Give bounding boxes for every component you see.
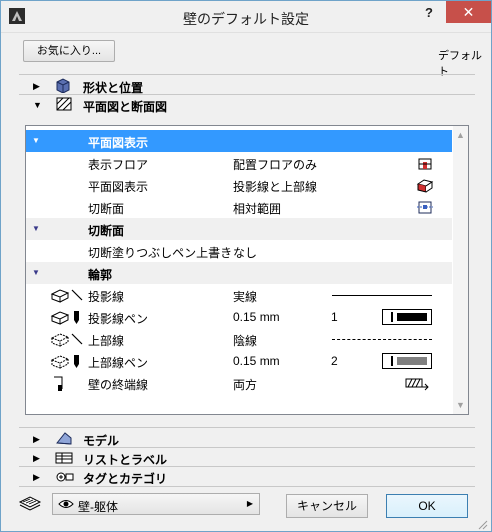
- row-plan-display[interactable]: 平面図表示 投影線と上部線: [26, 174, 452, 196]
- layer-stack-icon: [18, 496, 42, 511]
- row-value[interactable]: 投影線と上部線: [233, 178, 317, 195]
- pen-number: 2: [331, 354, 338, 368]
- resize-grip-icon[interactable]: [475, 517, 489, 531]
- section-tag-category[interactable]: ▶ タグとカテゴリ: [19, 468, 475, 486]
- collapse-triangle-icon[interactable]: ▼: [33, 100, 42, 110]
- section-label: タグとカテゴリ: [83, 472, 168, 486]
- ok-button[interactable]: OK: [386, 494, 468, 518]
- dropdown-arrow-icon: ▶: [246, 499, 253, 508]
- list-label-icon: [55, 452, 73, 464]
- group-title: 輪郭: [88, 268, 113, 282]
- row-value[interactable]: 実線: [233, 288, 257, 305]
- group-cut-surface[interactable]: ▼ 切断面: [26, 218, 452, 240]
- row-wall-end-lines[interactable]: 壁の終端線 両方: [26, 372, 452, 394]
- close-button[interactable]: ✕: [446, 1, 491, 23]
- solid-line-preview: [332, 295, 432, 296]
- scroll-up-icon[interactable]: ▲: [456, 130, 465, 140]
- row-name: 壁の終端線: [88, 378, 149, 392]
- row-name: 上部線ペン: [88, 356, 149, 370]
- layer-dropdown[interactable]: 壁-躯体 ▶: [52, 493, 260, 515]
- pen-selector[interactable]: [382, 309, 432, 325]
- pen-number: 1: [331, 310, 338, 324]
- tag-category-icon: [56, 472, 74, 482]
- divider: [19, 94, 475, 95]
- row-value[interactable]: 相対範囲: [233, 200, 281, 217]
- row-value[interactable]: 陰線: [233, 332, 257, 349]
- row-value: 0.15 mm: [233, 354, 280, 368]
- row-value[interactable]: 両方: [233, 376, 257, 393]
- row-show-floor[interactable]: 表示フロア 配置フロアのみ: [26, 152, 452, 174]
- pen-color-swatch: [397, 357, 427, 365]
- group-plan-display[interactable]: ▼ 平面図表示: [26, 130, 452, 152]
- expand-triangle-icon[interactable]: ▶: [33, 472, 40, 483]
- dashed-line-preview: [332, 339, 432, 340]
- wall-end-line-icon: [54, 376, 63, 391]
- row-name: 投影線ペン: [88, 312, 149, 326]
- cut-plane-icon: [417, 201, 433, 214]
- projected-line-icon: [50, 289, 83, 303]
- divider: [19, 466, 475, 467]
- floorplan-section-icon: [56, 97, 72, 111]
- row-name: 投影線: [88, 290, 125, 304]
- group-toggle-icon[interactable]: ▼: [32, 224, 40, 233]
- section-model[interactable]: ▶ モデル: [19, 430, 475, 448]
- group-toggle-icon[interactable]: ▼: [32, 268, 40, 277]
- row-cut-surface[interactable]: 切断面 相対範囲: [26, 196, 452, 218]
- row-overhead-line[interactable]: 上部線 陰線: [26, 328, 452, 350]
- dialog-window: 壁のデフォルト設定 ? ✕ お気に入り... デフォルト ▶ 形状と位置 ▼ 平…: [0, 0, 492, 532]
- floor-show-icon: [418, 158, 432, 170]
- pen-mark: [391, 356, 393, 366]
- divider: [19, 74, 475, 75]
- row-name: 切断面: [88, 202, 125, 216]
- row-value: 0.15 mm: [233, 310, 280, 324]
- overhead-line-icon: [50, 333, 83, 347]
- row-projected-line[interactable]: 投影線 実線: [26, 284, 452, 306]
- group-outline[interactable]: ▼ 輪郭: [26, 262, 452, 284]
- window-title: 壁のデフォルト設定: [183, 11, 309, 27]
- row-value[interactable]: 配置フロアのみ: [233, 156, 317, 173]
- section-floorplan[interactable]: ▼ 平面図と断面図: [19, 96, 475, 114]
- model-icon: [56, 432, 72, 445]
- row-name: 表示フロア: [88, 158, 149, 172]
- divider: [19, 447, 475, 448]
- expand-triangle-icon[interactable]: ▶: [33, 434, 40, 445]
- title-bar: 壁のデフォルト設定 ? ✕: [1, 1, 491, 33]
- cancel-button[interactable]: キャンセル: [286, 494, 368, 518]
- section-geometry[interactable]: ▶ 形状と位置: [19, 77, 475, 95]
- overhead-pen-icon: [50, 355, 79, 369]
- row-name: 平面図表示: [88, 180, 149, 194]
- section-list-label[interactable]: ▶ リストとラベル: [19, 449, 475, 467]
- row-cut-fill-override[interactable]: 切断塗りつぶしペン上書き なし: [26, 240, 452, 262]
- pen-color-swatch: [397, 313, 427, 321]
- group-title: 切断面: [88, 224, 125, 238]
- expand-triangle-icon[interactable]: ▶: [33, 81, 40, 92]
- group-title: 平面図表示: [88, 136, 149, 150]
- plan-display-icon: [416, 179, 434, 193]
- scroll-down-icon[interactable]: ▼: [456, 400, 465, 410]
- scrollbar[interactable]: ▲ ▼: [453, 126, 468, 414]
- layer-name: 壁-躯体: [78, 500, 118, 514]
- section-label: 平面図と断面図: [83, 100, 168, 114]
- pen-mark: [391, 312, 393, 322]
- row-value[interactable]: なし: [233, 244, 257, 261]
- expand-triangle-icon[interactable]: ▶: [33, 453, 40, 464]
- row-name: 切断塗りつぶしペン上書き: [88, 246, 233, 260]
- projected-pen-icon: [50, 311, 79, 325]
- settings-panel: ▼ 平面図表示 表示フロア 配置フロアのみ 平面図表示 投影線と上部線 切断面 …: [25, 125, 469, 415]
- row-projected-pen[interactable]: 投影線ペン 0.15 mm 1: [26, 306, 452, 328]
- divider: [19, 486, 475, 487]
- row-overhead-pen[interactable]: 上部線ペン 0.15 mm 2: [26, 350, 452, 372]
- eye-icon[interactable]: [58, 497, 74, 511]
- row-name: 上部線: [88, 334, 125, 348]
- geometry-icon: [56, 78, 70, 93]
- help-button[interactable]: ?: [421, 5, 437, 25]
- end-lines-both-icon: [405, 378, 429, 391]
- favorites-button[interactable]: お気に入り...: [23, 40, 115, 62]
- pen-selector[interactable]: [382, 353, 432, 369]
- divider: [19, 427, 475, 428]
- group-toggle-icon[interactable]: ▼: [32, 136, 40, 145]
